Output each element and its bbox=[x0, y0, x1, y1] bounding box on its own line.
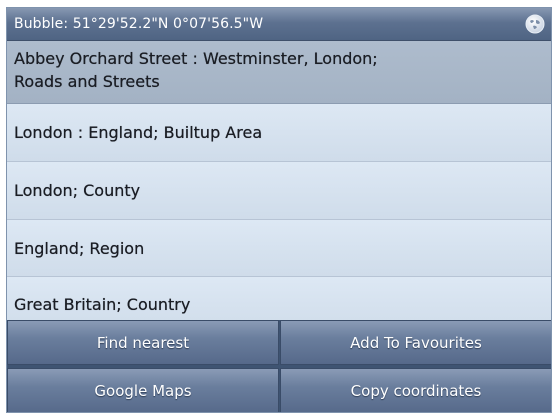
list-item-label: Great Britain; Country bbox=[14, 295, 191, 314]
list-item[interactable]: England; Region bbox=[7, 220, 551, 277]
list-item[interactable]: London; County bbox=[7, 162, 551, 220]
action-buttons: Find nearest Add To Favourites Google Ma… bbox=[7, 320, 551, 412]
list-item-label: England; Region bbox=[14, 238, 145, 258]
find-nearest-button[interactable]: Find nearest bbox=[7, 320, 279, 365]
add-to-favourites-button[interactable]: Add To Favourites bbox=[280, 320, 551, 365]
list-item-label: London; County bbox=[14, 181, 141, 200]
bubble-header: Bubble: 51°29'52.2"N 0°07'56.5"W bbox=[7, 8, 551, 41]
globe-icon[interactable] bbox=[525, 14, 545, 34]
list-item-line: Abbey Orchard Street : Westminster, Lond… bbox=[14, 49, 378, 68]
list-item[interactable]: London : England; Builtup Area bbox=[7, 104, 551, 162]
bubble-coordinates-title: Bubble: 51°29'52.2"N 0°07'56.5"W bbox=[14, 16, 264, 32]
list-item-label: London : England; Builtup Area bbox=[14, 123, 263, 142]
list-item-label: Abbey Orchard Street : Westminster, Lond… bbox=[14, 47, 378, 93]
list-item[interactable]: Abbey Orchard Street : Westminster, Lond… bbox=[7, 41, 551, 104]
location-results-list: Abbey Orchard Street : Westminster, Lond… bbox=[7, 41, 551, 333]
google-maps-button[interactable]: Google Maps bbox=[7, 368, 279, 412]
copy-coordinates-button[interactable]: Copy coordinates bbox=[280, 368, 551, 412]
list-item-line: Roads and Streets bbox=[14, 72, 160, 91]
location-bubble-panel: Bubble: 51°29'52.2"N 0°07'56.5"W Abbey O… bbox=[6, 7, 552, 413]
